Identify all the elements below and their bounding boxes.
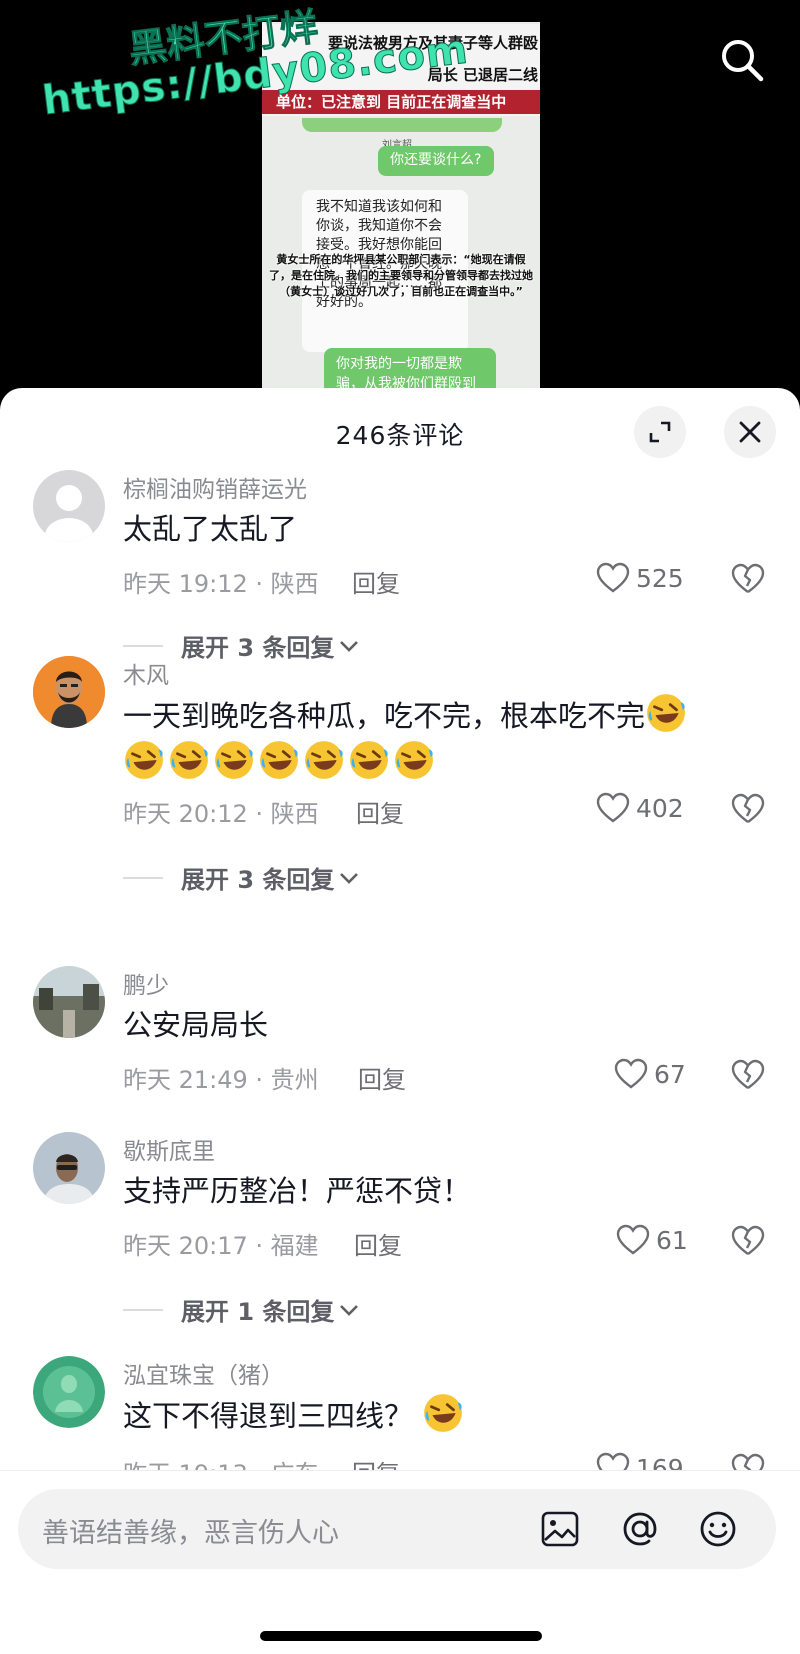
rolling-laugh-emoji bbox=[305, 741, 343, 779]
close-icon bbox=[739, 421, 761, 443]
rolling-laugh-emoji bbox=[647, 694, 685, 732]
rolling-laugh-emoji bbox=[260, 741, 298, 779]
video-headline-line3: 单位：已注意到 目前正在调查当中 bbox=[262, 90, 540, 114]
dislike-button[interactable] bbox=[730, 562, 766, 596]
rolling-laugh-emoji bbox=[395, 741, 433, 779]
expand-replies-button[interactable]: 展开 3 条回复 bbox=[123, 860, 360, 895]
at-sign-icon bbox=[623, 1512, 657, 1546]
reply-button[interactable]: 回复 bbox=[352, 564, 400, 599]
comment-input-area: 善语结善缘，恶言伤人心 bbox=[0, 1470, 800, 1654]
comment-item: 棕榈油购销薛运光 太乱了太乱了 昨天 19:12 · 陕西 回复 525 展开 … bbox=[0, 470, 800, 662]
like-count: 525 bbox=[636, 563, 684, 593]
chevron-down-icon bbox=[340, 1304, 359, 1316]
heart-icon bbox=[596, 792, 630, 823]
divider bbox=[123, 1308, 163, 1311]
comment-username[interactable]: 歇斯底里 bbox=[123, 1132, 215, 1166]
like-count: 402 bbox=[636, 793, 684, 823]
reply-button[interactable]: 回复 bbox=[356, 794, 404, 829]
expand-replies-button[interactable]: 展开 1 条回复 bbox=[123, 1292, 360, 1327]
reply-button[interactable]: 回复 bbox=[358, 1060, 406, 1095]
comment-item: 鹏少 公安局局长 昨天 21:49 · 贵州 回复 67 bbox=[0, 966, 800, 1096]
rolling-laugh-emoji bbox=[350, 741, 388, 779]
broken-heart-icon bbox=[731, 793, 765, 823]
avatar[interactable] bbox=[33, 1132, 105, 1204]
search-button[interactable] bbox=[718, 36, 766, 84]
video-caption: 黄女士所在的华坪县某公职部门表示：“她现在请假了，是在住院。我们的主要领导和分管… bbox=[269, 253, 533, 298]
comment-meta: 昨天 21:49 · 贵州 bbox=[123, 1066, 319, 1094]
mention-button[interactable] bbox=[618, 1507, 662, 1551]
dislike-button[interactable] bbox=[730, 1224, 766, 1258]
comment-text: 支持严历整冶！严惩不贷！ bbox=[123, 1174, 472, 1208]
expand-replies-label: 展开 1 条回复 bbox=[181, 1298, 335, 1326]
comment-username[interactable]: 木风 bbox=[123, 656, 169, 690]
search-icon bbox=[722, 40, 764, 82]
smiley-icon bbox=[700, 1511, 736, 1547]
comment-text: 太乱了太乱了 bbox=[123, 512, 298, 546]
avatar[interactable] bbox=[33, 656, 105, 728]
comment-meta: 昨天 19:12 · 陕西 bbox=[123, 570, 319, 598]
reply-button[interactable]: 回复 bbox=[354, 1226, 402, 1261]
comment-text: 这下不得退到三四线？ bbox=[123, 1392, 743, 1439]
broken-heart-icon bbox=[731, 1059, 765, 1089]
video-player[interactable]: 要说法被男方及其妻子等人群殴 局长 已退居二线 单位：已注意到 目前正在调查当中… bbox=[0, 0, 800, 400]
heart-icon bbox=[614, 1058, 648, 1089]
man-sunglasses-avatar bbox=[33, 1132, 105, 1204]
image-icon bbox=[541, 1511, 579, 1547]
close-sheet-button[interactable] bbox=[724, 406, 776, 458]
like-count: 61 bbox=[656, 1225, 688, 1255]
comment-username[interactable]: 棕榈油购销薛运光 bbox=[123, 470, 307, 504]
comment-text: 一天到晚吃各种瓜，吃不完，根本吃不完 bbox=[123, 692, 743, 786]
rolling-laugh-emoji bbox=[170, 741, 208, 779]
comment-item: 木风 一天到晚吃各种瓜，吃不完，根本吃不完 昨天 20:12 · 陕西 回复 4… bbox=[0, 656, 800, 926]
like-button[interactable]: 67 bbox=[614, 1058, 724, 1090]
emoji-button[interactable] bbox=[696, 1507, 740, 1551]
rolling-laugh-emoji bbox=[125, 741, 163, 779]
image-button[interactable] bbox=[538, 1507, 582, 1551]
chevron-down-icon bbox=[340, 640, 359, 652]
chat-bubble-partial bbox=[302, 118, 502, 132]
rolling-laugh-emoji bbox=[424, 1394, 463, 1432]
avatar[interactable] bbox=[33, 966, 105, 1038]
comment-sheet-header: 246条评论 bbox=[0, 388, 800, 468]
avatar[interactable] bbox=[33, 1356, 105, 1428]
comment-item: 泓宜珠宝（猪） 这下不得退到三四线？ 昨天 19:13 · 广东 回复 169 bbox=[0, 1356, 800, 1488]
avatar[interactable] bbox=[33, 470, 105, 542]
chevron-down-icon bbox=[340, 872, 359, 884]
divider bbox=[123, 876, 163, 879]
home-indicator[interactable] bbox=[260, 1631, 542, 1641]
comment-meta: 昨天 20:17 · 福建 bbox=[123, 1232, 319, 1260]
expand-sheet-button[interactable] bbox=[634, 406, 686, 458]
emoji-row bbox=[123, 741, 438, 780]
heart-icon bbox=[616, 1224, 650, 1255]
comment-username[interactable]: 泓宜珠宝（猪） bbox=[123, 1356, 284, 1390]
comment-input-placeholder: 善语结善缘，恶言伤人心 bbox=[42, 1518, 339, 1549]
dislike-button[interactable] bbox=[730, 792, 766, 826]
street-photo-avatar bbox=[33, 966, 105, 1038]
chat-bubble-question: 你还要谈什么? bbox=[378, 146, 494, 176]
comment-meta: 昨天 20:12 · 陕西 bbox=[123, 800, 319, 828]
broken-heart-icon bbox=[731, 563, 765, 593]
dislike-button[interactable] bbox=[730, 1058, 766, 1092]
broken-heart-icon bbox=[731, 1225, 765, 1255]
comment-sheet: 246条评论 棕榈油购销薛运光 太乱了太乱了 昨天 19:12 · 陕西 回复 bbox=[0, 388, 800, 1654]
rolling-laugh-emoji bbox=[215, 741, 253, 779]
jade-buddha-avatar bbox=[33, 1356, 105, 1428]
divider bbox=[123, 644, 163, 647]
like-button[interactable]: 402 bbox=[596, 792, 706, 824]
comment-input[interactable]: 善语结善缘，恶言伤人心 bbox=[18, 1489, 776, 1569]
like-button[interactable]: 61 bbox=[616, 1224, 726, 1256]
comment-text: 公安局局长 bbox=[123, 1008, 269, 1042]
like-button[interactable]: 525 bbox=[596, 562, 706, 594]
default-avatar-icon bbox=[45, 485, 93, 542]
like-count: 67 bbox=[654, 1059, 686, 1089]
expand-replies-label: 展开 3 条回复 bbox=[181, 866, 335, 894]
heart-icon bbox=[596, 562, 630, 593]
comment-text-content: 这下不得退到三四线？ bbox=[123, 1399, 414, 1433]
comment-text-content: 一天到晚吃各种瓜，吃不完，根本吃不完 bbox=[123, 699, 646, 733]
expand-icon bbox=[649, 421, 671, 443]
comment-username[interactable]: 鹏少 bbox=[123, 966, 169, 1000]
cartoon-man-avatar bbox=[33, 656, 105, 728]
comment-item: 歇斯底里 支持严历整冶！严惩不贷！ 昨天 20:17 · 福建 回复 61 展开… bbox=[0, 1132, 800, 1326]
